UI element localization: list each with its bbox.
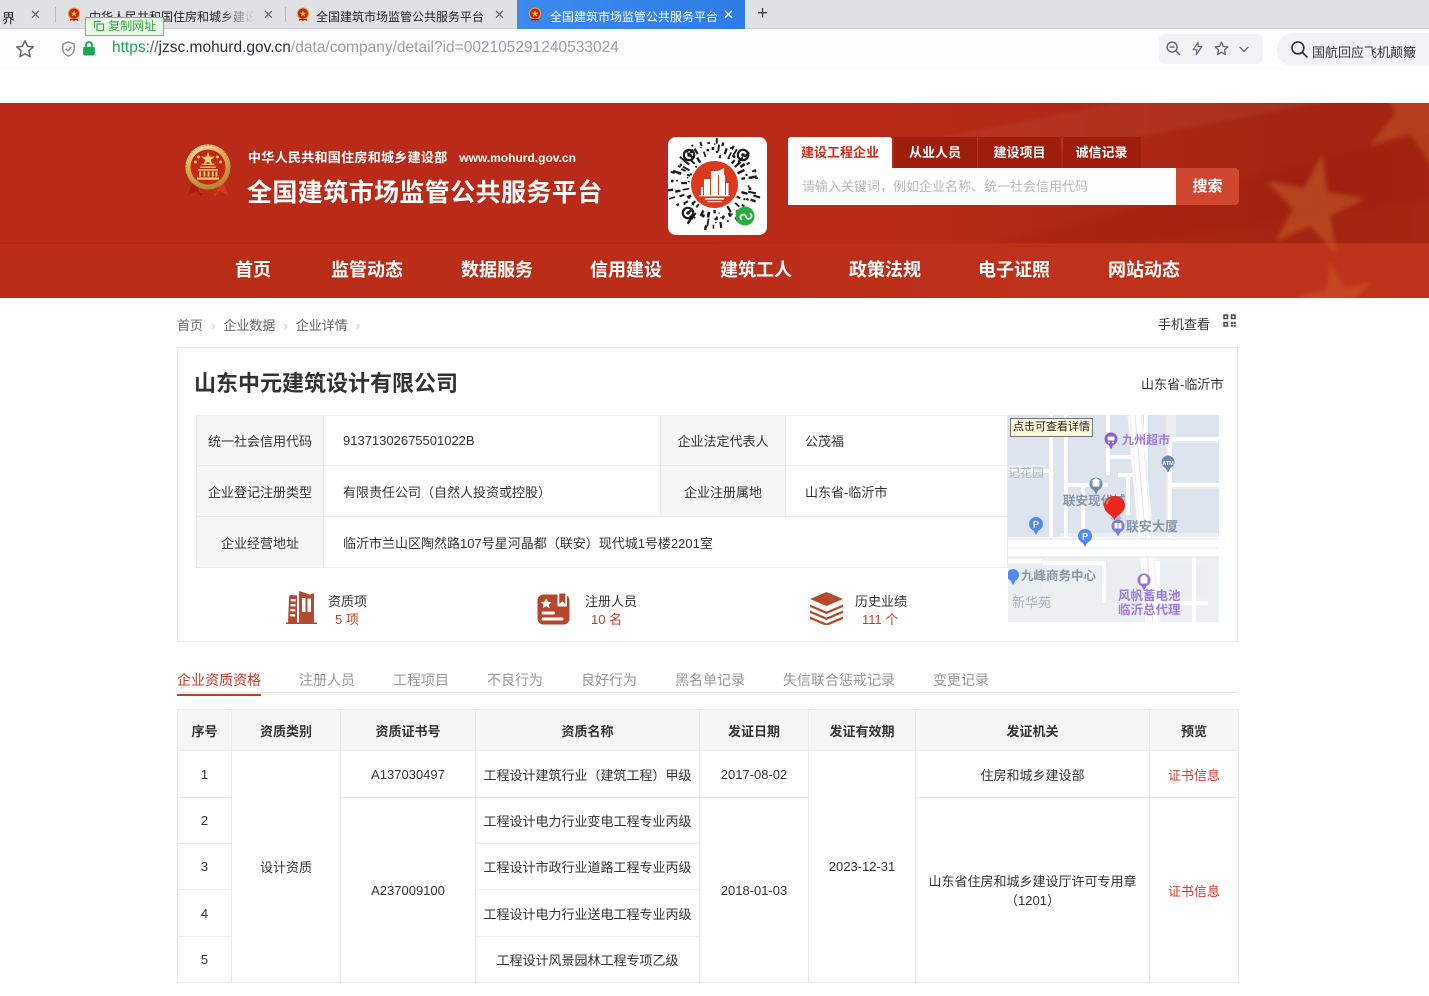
svg-text:临沂总代理: 临沂总代理	[1118, 602, 1181, 617]
svg-text:联安大厦: 联安大厦	[1126, 519, 1178, 534]
svg-text:记花园: 记花园	[1008, 465, 1044, 480]
svg-text:新华苑: 新华苑	[1012, 595, 1051, 610]
svg-text:P: P	[1082, 532, 1088, 542]
svg-text:九州超市: 九州超市	[1122, 432, 1170, 447]
svg-text:九峰商务中心: 九峰商务中心	[1021, 568, 1097, 583]
svg-text:ATM: ATM	[1162, 461, 1174, 467]
svg-text:风帆蓄电池: 风帆蓄电池	[1118, 588, 1181, 603]
svg-text:P: P	[1033, 520, 1039, 530]
